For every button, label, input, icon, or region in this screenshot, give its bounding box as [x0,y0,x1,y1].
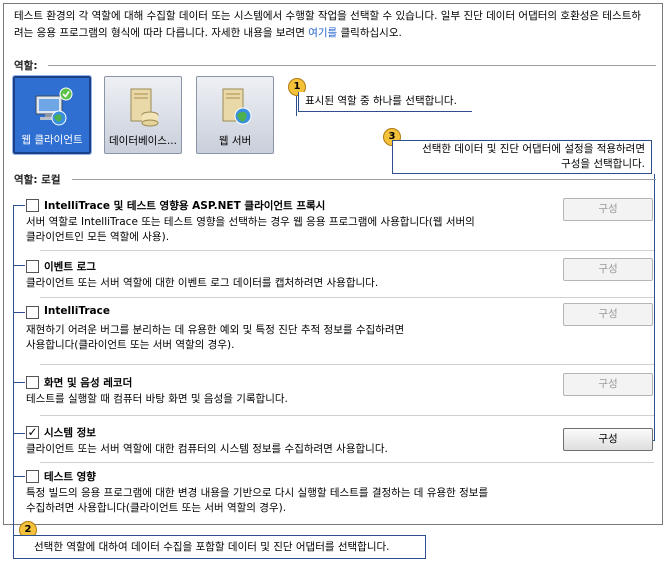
adapter-description: 서버 역할로 IntelliTrace 또는 테스트 영향을 선택하는 경우 웹… [26,215,475,245]
more-info-link[interactable]: 여기를 [308,27,337,39]
adapter-description: 특정 빌드의 응용 프로그램에 대한 변경 내용을 기반으로 다시 실행할 테스… [26,486,488,516]
intro-text: 테스트 환경의 각 역할에 대해 수집할 데이터 또는 시스템에서 수행할 작업… [14,8,649,42]
adapter-description-line: 클라이언트인 모든 역할에 사용). [26,231,170,243]
role-web-client-label: 웹 클라이언트 [21,134,83,146]
intro-text-after: 클릭하십시오. [337,27,402,39]
role-database-label: 데이터베이스... [109,135,177,147]
adapter-description-line: 서버 역할로 IntelliTrace 또는 테스트 영향을 선택하는 경우 웹… [26,216,475,228]
adapter-checkbox[interactable] [26,260,39,273]
row-divider [40,462,654,463]
adapter-checkbox[interactable] [26,199,39,212]
role-section-label: 역할: 로컬 [14,174,61,186]
callout-1-text: 표시된 역할 중 하나를 선택합니다. [305,95,457,107]
row-divider [40,364,654,365]
callout-3-line1: 선택한 데이터 및 진단 어댑터에 설정을 적용하려면 [422,143,645,155]
configure-button[interactable]: 구성 [563,303,653,326]
bracket-tick [13,265,25,266]
row-divider [40,297,654,298]
adapter-title: IntelliTrace [44,305,110,317]
callout-3-line2: 구성을 선택합니다. [561,158,645,170]
role-section-divider [72,179,656,180]
callout-2: 선택한 역할에 대하여 데이터 수집을 포함할 데이터 및 진단 어댑터를 선택… [13,535,426,559]
callout-2-text: 선택한 역할에 대하여 데이터 수집을 포함할 데이터 및 진단 어댑터를 선택… [34,541,390,553]
adapter-checkbox[interactable] [26,470,39,483]
role-web-server-label: 웹 서버 [218,135,252,147]
adapter-title: 테스트 영향 [44,471,96,483]
roles-divider [48,65,656,66]
adapter-title: 이벤트 로그 [44,261,96,273]
adapter-title: 화면 및 음성 레코더 [44,377,133,389]
adapter-description: 테스트를 실행할 때 컴퓨터 바탕 화면 및 음성을 기록합니다. [26,392,288,407]
callout-3-connector [654,174,655,440]
adapter-description: 클라이언트 또는 서버 역할에 대한 이벤트 로그 데이터를 캡처하려면 사용합… [26,276,378,291]
callout-2-bracket [13,205,14,539]
row-divider [40,250,654,251]
web-server-icon [213,85,257,129]
adapter-description-line: 사용합니다(클라이언트 또는 서버 역할의 경우). [26,339,235,351]
role-web-server[interactable]: 웹 서버 [196,76,274,154]
adapter-description-line: 재현하기 어려운 버그를 분리하는 데 유용한 예외 및 특정 진단 추적 정보… [26,324,405,336]
adapter-checkbox-checked[interactable]: ✓ [26,426,39,439]
adapter-description-line: 수집하려면 사용합니다(클라이언트 또는 서버 역할의 경우). [26,502,287,514]
adapter-description-line: 테스트를 실행할 때 컴퓨터 바탕 화면 및 음성을 기록합니다. [26,393,288,405]
bracket-tick [13,205,25,206]
bracket-tick [13,476,25,477]
database-server-icon [121,85,165,129]
callout-1-connector [296,96,297,116]
adapter-description-line: 클라이언트 또는 서버 역할에 대한 컴퓨터의 시스템 정보를 수집하려면 사용… [26,443,388,455]
adapter-title: 시스템 정보 [44,427,96,439]
row-divider [40,415,654,416]
bracket-tick [13,433,25,434]
callout-3: 선택한 데이터 및 진단 어댑터에 설정을 적용하려면 구성을 선택합니다. [392,140,652,174]
adapter-checkbox[interactable] [26,376,39,389]
configure-button[interactable]: 구성 [563,258,653,281]
adapter-description: 재현하기 어려운 버그를 분리하는 데 유용한 예외 및 특정 진단 추적 정보… [26,323,404,353]
adapter-description: 클라이언트 또는 서버 역할에 대한 컴퓨터의 시스템 정보를 수집하려면 사용… [26,442,388,457]
configure-button[interactable]: 구성 [563,373,653,396]
web-client-icon [30,86,74,130]
roles-label: 역할: [14,60,38,72]
role-database[interactable]: 데이터베이스... [104,76,182,154]
configure-button[interactable]: 구성 [563,198,653,221]
adapter-description-line: 클라이언트 또는 서버 역할에 대한 이벤트 로그 데이터를 캡처하려면 사용합… [26,277,379,289]
adapter-checkbox[interactable] [26,306,39,319]
bracket-tick [13,382,25,383]
configure-button-active[interactable]: 구성 [563,428,653,451]
adapter-description-line: 특정 빌드의 응용 프로그램에 대한 변경 내용을 기반으로 다시 실행할 테스… [26,487,489,499]
callout-1: 표시된 역할 중 하나를 선택합니다. [298,92,472,112]
bracket-tick [13,312,25,313]
adapter-title: IntelliTrace 및 테스트 영향용 ASP.NET 클라이언트 프록시 [44,200,326,212]
role-web-client[interactable]: 웹 클라이언트 [12,75,92,155]
